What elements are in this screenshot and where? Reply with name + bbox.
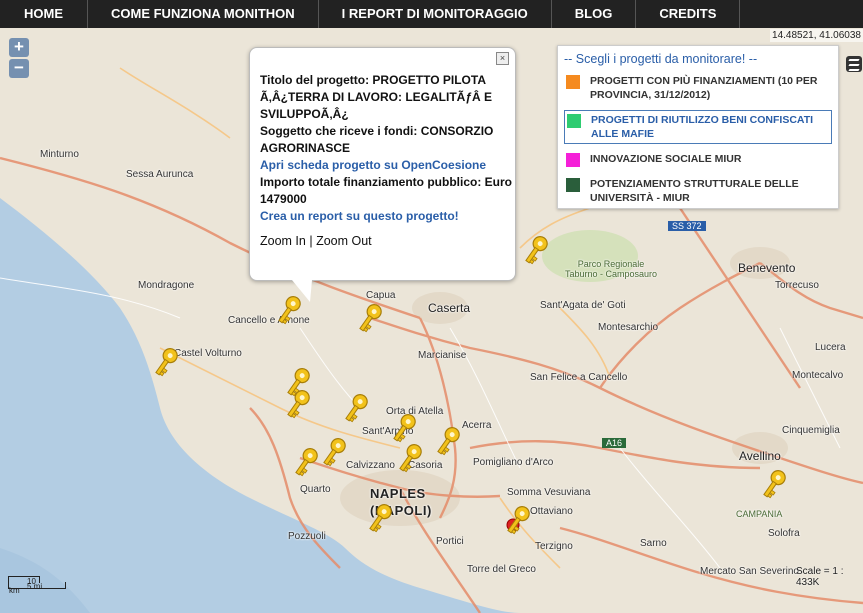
label-cinquemiglia: Cinquemiglia bbox=[782, 425, 840, 436]
key-marker-icon[interactable] bbox=[502, 504, 532, 538]
label-mercato: Mercato San Severino bbox=[700, 566, 799, 577]
nav-blog[interactable]: BLOG bbox=[552, 0, 637, 28]
close-icon[interactable]: × bbox=[496, 52, 509, 65]
legend-item-innovazione-sociale[interactable]: INNOVAZIONE SOCIALE MIUR bbox=[564, 150, 832, 169]
nav-report-monitoraggio[interactable]: I REPORT DI MONITORAGGIO bbox=[319, 0, 552, 28]
map-zoom-out-button[interactable]: − bbox=[9, 59, 29, 78]
label-lucera: Lucera bbox=[815, 342, 846, 353]
map-zoom-in-button[interactable]: + bbox=[9, 38, 29, 57]
key-marker-icon[interactable] bbox=[520, 234, 550, 268]
label-a16: A16 bbox=[602, 438, 627, 448]
label-caserta: Caserta bbox=[428, 301, 471, 315]
label-quarto: Quarto bbox=[300, 484, 331, 495]
popup-recipient: Soggetto che riceve i fondi: CONSORZIO A… bbox=[260, 124, 494, 155]
layers-icon[interactable] bbox=[846, 56, 862, 72]
label-montecalvo: Montecalvo bbox=[792, 370, 844, 381]
label-castel-volturno: Castel Volturno bbox=[174, 348, 242, 359]
label-pomigliano: Pomigliano d'Arco bbox=[473, 457, 554, 468]
project-category-legend: -- Scegli i progetti da monitorare! -- P… bbox=[557, 45, 839, 209]
label-santagata: Sant'Agata de' Goti bbox=[540, 300, 626, 311]
legend-swatch bbox=[566, 178, 580, 192]
label-campania: CAMPANIA bbox=[736, 509, 783, 519]
label-naples: NAPLES bbox=[370, 486, 426, 501]
mouse-coordinates: 14.48521, 41.06038 bbox=[770, 29, 863, 42]
popup-zoom-separator: | bbox=[309, 234, 313, 248]
legend-swatch bbox=[567, 114, 581, 128]
key-marker-icon[interactable] bbox=[388, 412, 418, 446]
top-navigation: HOME COME FUNZIONA MONITHON I REPORT DI … bbox=[0, 0, 863, 28]
label-acerra: Acerra bbox=[462, 420, 492, 431]
popup-amount: Importo totale finanziamento pubblico: E… bbox=[260, 175, 512, 206]
label-portici: Portici bbox=[436, 536, 464, 547]
legend-item-label: PROGETTI DI RIUTILIZZO BENI CONFISCATI A… bbox=[591, 114, 814, 140]
nav-home[interactable]: HOME bbox=[0, 0, 88, 28]
key-marker-icon[interactable] bbox=[364, 502, 394, 536]
popup-zoom-in-link[interactable]: Zoom In bbox=[260, 234, 306, 248]
label-sarno: Sarno bbox=[640, 538, 667, 549]
label-solofra: Solofra bbox=[768, 528, 800, 539]
popup-project-title: Titolo del progetto: PROGETTO PILOTA Ã‚Â… bbox=[260, 73, 492, 121]
label-montesarchio: Montesarchio bbox=[598, 322, 659, 333]
key-marker-icon[interactable] bbox=[758, 468, 788, 502]
key-marker-icon[interactable] bbox=[340, 392, 370, 426]
legend-item-finanziamenti[interactable]: PROGETTI CON PIÙ FINANZIAMENTI (10 PER P… bbox=[564, 72, 832, 104]
scale-mi-label: 5 mi bbox=[27, 582, 43, 591]
label-pozzuoli: Pozzuoli bbox=[288, 531, 326, 542]
legend-item-universita[interactable]: POTENZIAMENTO STRUTTURALE DELLE UNIVERSI… bbox=[564, 175, 832, 207]
label-capua: Capua bbox=[366, 290, 396, 301]
key-marker-icon[interactable] bbox=[432, 425, 462, 459]
label-minturno: Minturno bbox=[40, 149, 79, 160]
label-mondragone: Mondragone bbox=[138, 280, 195, 291]
label-ss372: SS 372 bbox=[668, 221, 706, 231]
label-calvizzano: Calvizzano bbox=[346, 460, 395, 471]
legend-item-label: PROGETTI CON PIÙ FINANZIAMENTI (10 PER P… bbox=[590, 75, 818, 101]
map-scale-bar: 10 km 5 mi bbox=[8, 576, 66, 595]
label-terzigno: Terzigno bbox=[535, 541, 573, 552]
label-sessa-aurunca: Sessa Aurunca bbox=[126, 169, 194, 180]
key-marker-icon[interactable] bbox=[282, 388, 312, 422]
key-marker-icon[interactable] bbox=[354, 302, 384, 336]
label-ottaviano: Ottaviano bbox=[530, 506, 573, 517]
popup-create-report-link[interactable]: Crea un report su questo progetto! bbox=[260, 208, 515, 225]
label-somma: Somma Vesuviana bbox=[507, 487, 591, 498]
label-avellino: Avellino bbox=[739, 449, 781, 463]
project-popup: × Titolo del progetto: PROGETTO PILOTA Ã… bbox=[249, 47, 516, 281]
legend-item-label: POTENZIAMENTO STRUTTURALE DELLE UNIVERSI… bbox=[590, 178, 799, 204]
label-torrecuso: Torrecuso bbox=[775, 280, 819, 291]
map-zoom-control: + − bbox=[9, 38, 29, 80]
popup-zoom-out-link[interactable]: Zoom Out bbox=[316, 234, 372, 248]
label-benevento: Benevento bbox=[738, 261, 796, 275]
legend-item-beni-confiscati[interactable]: PROGETTI DI RIUTILIZZO BENI CONFISCATI A… bbox=[564, 110, 832, 144]
legend-title[interactable]: -- Scegli i progetti da monitorare! -- bbox=[564, 52, 832, 66]
label-torre-del-greco: Torre del Greco bbox=[467, 564, 536, 575]
legend-swatch bbox=[566, 75, 580, 89]
key-marker-icon[interactable] bbox=[290, 446, 320, 480]
key-marker-icon[interactable] bbox=[394, 442, 424, 476]
key-marker-icon[interactable] bbox=[150, 346, 180, 380]
popup-opencoesione-link[interactable]: Apri scheda progetto su OpenCoesione bbox=[260, 157, 515, 174]
legend-item-label: INNOVAZIONE SOCIALE MIUR bbox=[590, 153, 742, 165]
nav-come-funziona[interactable]: COME FUNZIONA MONITHON bbox=[88, 0, 319, 28]
label-marcianise: Marcianise bbox=[418, 350, 467, 361]
label-san-felice: San Felice a Cancello bbox=[530, 372, 628, 383]
scale-ratio: Scale = 1 : 433K bbox=[796, 566, 844, 588]
key-marker-icon[interactable] bbox=[318, 436, 348, 470]
nav-credits[interactable]: CREDITS bbox=[636, 0, 741, 28]
scale-mi-bar: 5 mi bbox=[8, 582, 66, 591]
label-parco: Parco Regionale Taburno - Camposauro bbox=[565, 259, 658, 279]
legend-swatch bbox=[566, 153, 580, 167]
popup-zoom-links: Zoom In | Zoom Out bbox=[260, 233, 515, 250]
